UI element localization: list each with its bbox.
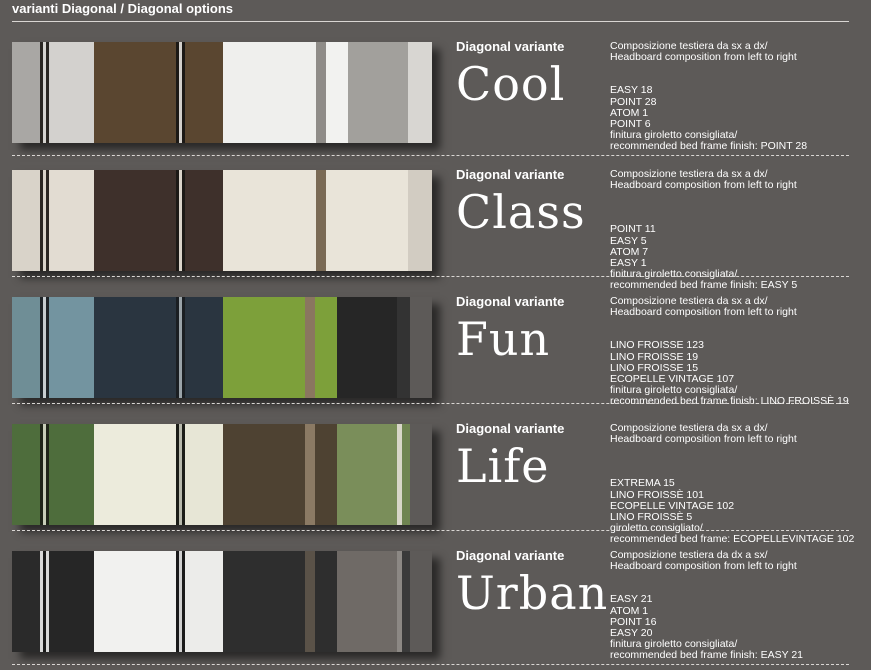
fabric-stripe [337,297,397,398]
fabric-stripe [94,424,176,525]
fabric-stripe [402,424,410,525]
composition-heading-en: Headboard composition from left to right [610,179,797,192]
composition-heading-en: Headboard composition from left to right [610,51,797,64]
composition-heading-en: Headboard composition from left to right [610,433,797,446]
variant-row-class: Diagonal variante Class Composizione testi… [0,150,871,291]
fabric-stripe [94,297,176,398]
fabric-stripe [49,424,94,525]
fabric-stripe [223,551,305,652]
fabric-stripe [49,42,94,143]
fabric-stripe [185,424,223,525]
fabric-stripe [185,170,223,271]
fabric-stripe [12,170,40,271]
composition-details: Composizione testiera da sx a dx/Headboa… [610,40,807,153]
composition-details: Composizione testiera da sx a dx/Headboa… [610,295,849,408]
fabric-stripe [408,42,432,143]
fabric-item: EXTREMA 15 [610,477,675,490]
variant-label: Diagonal variante [456,167,565,182]
fabric-stripe [223,170,316,271]
fabric-stripe [223,424,305,525]
page-title: varianti Diagonal / Diagonal options [12,1,234,16]
fabric-stripe [94,170,176,271]
fabric-item: EASY 18 [610,84,653,97]
variant-row-life: Diagonal variante Life Composizione testie… [0,404,871,545]
fabric-stripe [12,42,40,143]
fabric-stripe [315,551,337,652]
variant-name: Life [456,439,550,493]
composition-heading-en: Headboard composition from left to right [610,306,797,319]
fabric-stripe [348,42,408,143]
fabric-stripe [315,424,337,525]
fabric-stripe [337,551,397,652]
fabric-stripe [12,424,40,525]
fabric-stripe [305,551,315,652]
headboard-swatch [12,42,432,143]
composition-details: Composizione testiera da dx a sx/Headboa… [610,549,803,662]
variant-label: Diagonal variante [456,39,565,54]
headboard-swatch [12,170,432,271]
variant-name: Fun [456,312,551,366]
variant-row-urban: Diagonal variante Urban Composizione testi… [0,531,871,665]
fabric-stripe [397,297,410,398]
variant-label: Diagonal variante [456,421,565,436]
composition-details: Composizione testiera da sx a dx/Headboa… [610,422,854,546]
fabric-item: LINO FROISSE 123 [610,339,704,352]
variant-label: Diagonal variante [456,548,565,563]
fabric-stripe [408,170,432,271]
fabric-stripe [12,551,40,652]
fabric-stripe [326,170,408,271]
fabric-stripe [185,297,223,398]
composition-details: Composizione testiera da sx a dx/Headboa… [610,168,797,292]
fabric-stripe [316,170,326,271]
variant-label: Diagonal variante [456,294,565,309]
fabric-stripe [223,42,316,143]
variant-row-cool: Diagonal variante Cool Composizione testie… [0,22,871,156]
fabric-stripe [305,297,315,398]
fabric-stripe [402,551,410,652]
headboard-swatch [12,424,432,525]
fabric-stripe [49,551,94,652]
fabric-stripe [337,424,397,525]
row-divider [12,664,849,665]
fabric-stripe [94,551,176,652]
fabric-stripe [315,297,337,398]
variant-name: Cool [456,57,566,111]
fabric-stripe [185,551,223,652]
variant-name: Class [456,185,586,239]
variant-row-fun: Diagonal variante Fun Composizione testier… [0,277,871,407]
fabric-item: POINT 11 [610,223,656,236]
finish-heading-en: recommended bed frame finish: EASY 21 [610,649,803,662]
headboard-swatch [12,551,432,652]
fabric-stripe [326,42,348,143]
fabric-stripe [223,297,305,398]
fabric-stripe [305,424,315,525]
composition-heading-en: Headboard composition from left to right [610,560,797,573]
headboard-swatch [12,297,432,398]
fabric-stripe [49,170,94,271]
fabric-item: EASY 21 [610,593,653,606]
fabric-stripe [49,297,94,398]
fabric-stripe [12,297,40,398]
fabric-stripe [316,42,326,143]
fabric-stripe [94,42,176,143]
variant-name: Urban [456,566,609,620]
fabric-stripe [185,42,223,143]
